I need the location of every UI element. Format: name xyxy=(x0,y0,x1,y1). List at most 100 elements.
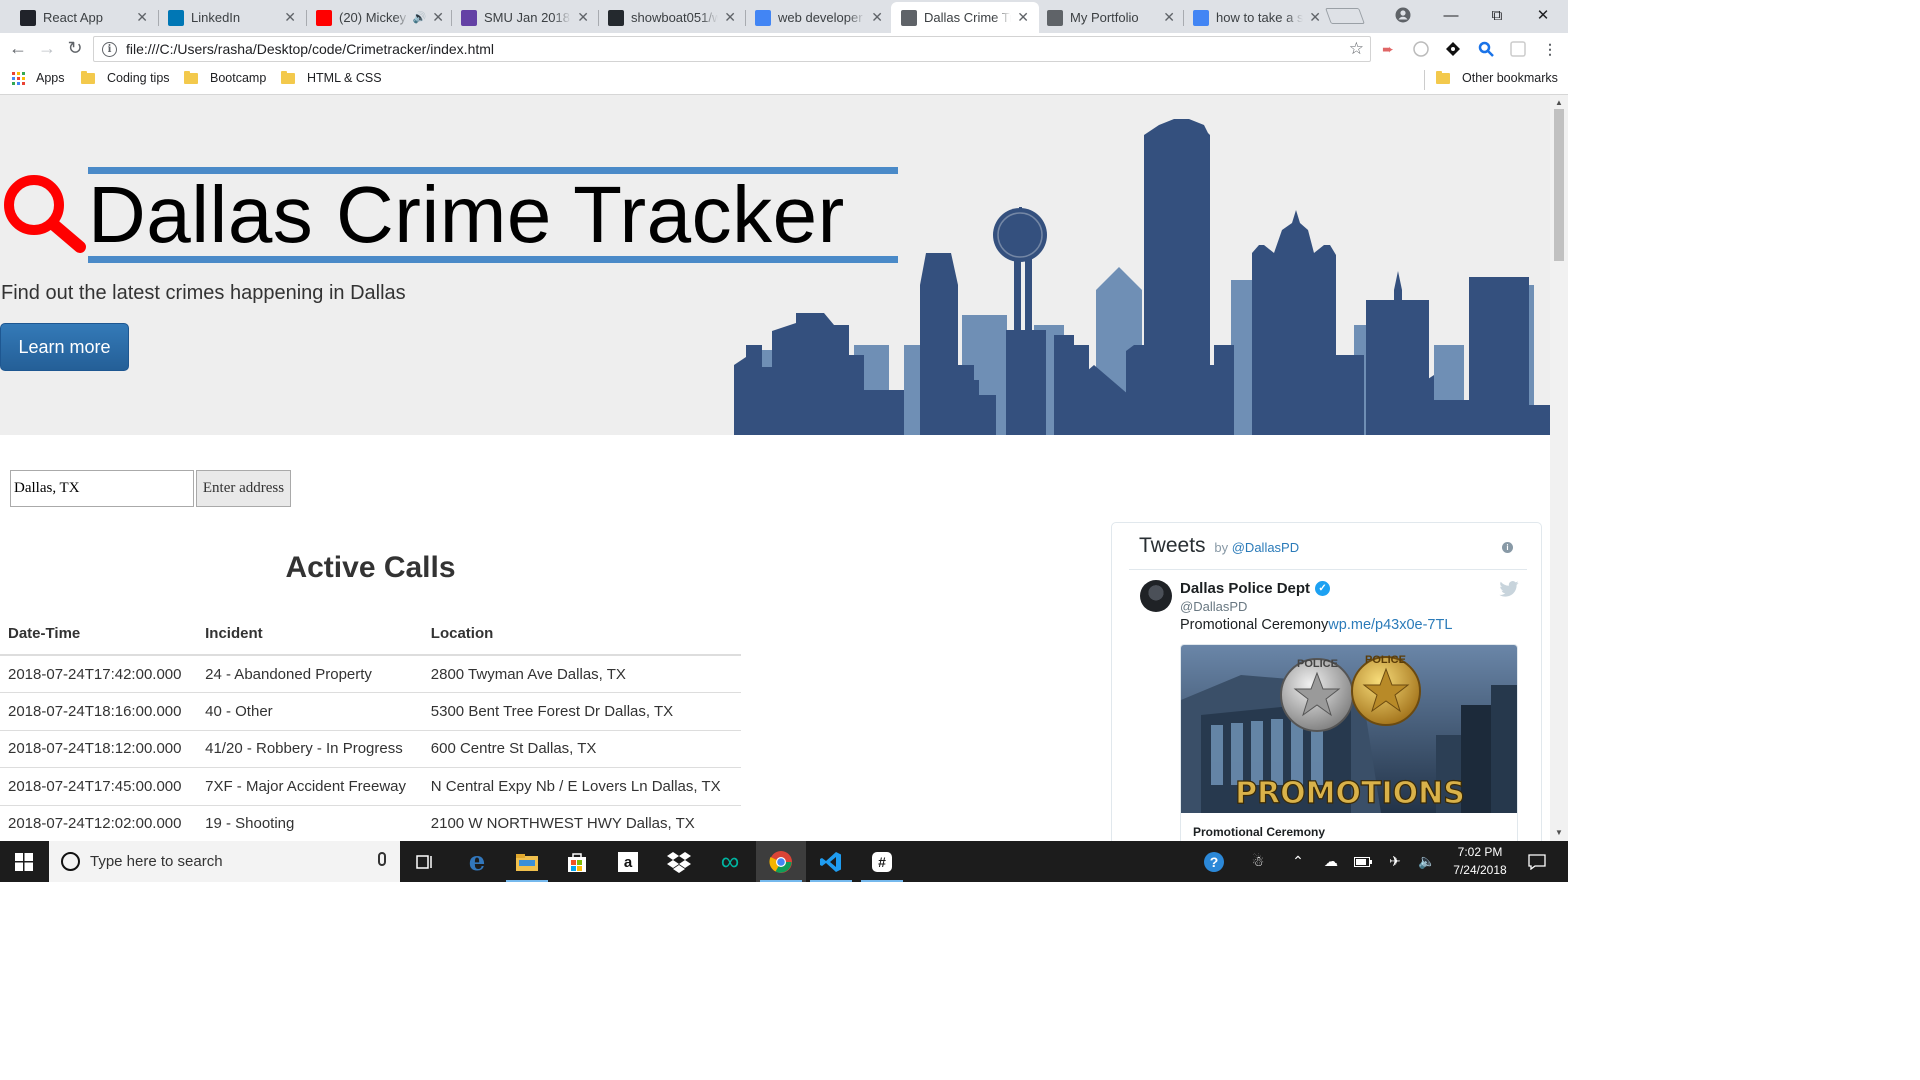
bookmark-bootcamp[interactable]: Bootcamp xyxy=(184,70,266,85)
extension-diamond-icon[interactable] xyxy=(1444,40,1462,58)
bookmark-apps[interactable]: Apps xyxy=(12,71,65,85)
browser-tab[interactable]: showboat051/w ✕ xyxy=(598,2,746,33)
dropbox-icon[interactable] xyxy=(654,841,704,882)
svg-text:a: a xyxy=(624,854,633,871)
info-icon[interactable]: i xyxy=(1502,542,1513,553)
scroll-down-icon[interactable]: ▼ xyxy=(1555,828,1563,837)
column-header: Location xyxy=(422,613,741,656)
tweet-link[interactable]: wp.me/p43x0e-7TL xyxy=(1328,617,1452,633)
cell-location: 5300 Bent Tree Forest Dr Dallas, TX xyxy=(422,692,741,731)
column-header: Incident xyxy=(197,613,423,656)
cell-datetime: 2018-07-24T18:12:00.000 xyxy=(0,730,198,768)
system-clock[interactable]: 7:02 PM 7/24/2018 xyxy=(1440,843,1520,879)
reload-icon[interactable]: ↻ xyxy=(63,36,87,60)
extension-search-icon[interactable] xyxy=(1477,40,1495,58)
close-window-icon[interactable]: ✕ xyxy=(1520,0,1566,30)
tab-title: LinkedIn xyxy=(191,10,241,25)
close-tab-icon[interactable]: ✕ xyxy=(871,9,883,26)
cell-datetime: 2018-07-24T17:45:00.000 xyxy=(0,767,198,806)
folder-icon xyxy=(81,70,95,84)
back-icon[interactable]: ← xyxy=(6,36,30,60)
close-tab-icon[interactable]: ✕ xyxy=(1309,9,1321,26)
microphone-icon[interactable] xyxy=(378,852,386,866)
amazon-icon[interactable]: a xyxy=(603,841,653,882)
minimize-icon[interactable]: — xyxy=(1428,0,1474,30)
extension-square-icon[interactable] xyxy=(1509,40,1527,58)
extension-arrow-icon[interactable]: ➨ xyxy=(1379,40,1397,58)
windows-start-icon[interactable] xyxy=(0,841,48,882)
profile-icon[interactable] xyxy=(1380,0,1426,30)
scroll-up-icon[interactable]: ▲ xyxy=(1555,98,1563,107)
browser-tab[interactable]: My Portfolio ✕ xyxy=(1037,2,1185,33)
close-tab-icon[interactable]: ✕ xyxy=(432,9,444,26)
page-scrollbar[interactable]: ▲ ▼ xyxy=(1550,95,1568,841)
people-icon[interactable]: ☃ xyxy=(1244,841,1272,882)
tab-title: how to take a s xyxy=(1216,10,1304,25)
table-row: 2018-07-24T18:16:00.000 40 - Other 5300 … xyxy=(0,692,741,731)
badge-label-left: POLICE xyxy=(1297,658,1338,670)
volume-icon[interactable]: 🔈 xyxy=(1414,841,1440,882)
by-label: by xyxy=(1214,540,1229,555)
new-tab-button[interactable] xyxy=(1325,8,1365,24)
task-view-icon[interactable] xyxy=(400,841,450,882)
store-icon[interactable] xyxy=(552,841,602,882)
close-tab-icon[interactable]: ✕ xyxy=(577,9,589,26)
vscode-icon[interactable] xyxy=(806,841,856,882)
extension-circle-icon[interactable] xyxy=(1412,40,1430,58)
bookmarks-divider xyxy=(1424,70,1425,90)
slack-icon[interactable]: # xyxy=(857,841,907,882)
menu-kebab-icon[interactable]: ⋮ xyxy=(1541,40,1559,58)
action-center-icon[interactable] xyxy=(1522,841,1552,882)
airplane-mode-icon[interactable]: ✈ xyxy=(1382,841,1408,882)
table-row: 2018-07-24T17:45:00.000 7XF - Major Acci… xyxy=(0,767,741,806)
enter-address-button[interactable]: Enter address xyxy=(196,470,291,507)
avatar[interactable] xyxy=(1140,580,1172,612)
address-input[interactable] xyxy=(10,470,194,507)
twitter-bird-icon[interactable] xyxy=(1499,581,1519,597)
browser-tab[interactable]: how to take a s ✕ xyxy=(1183,2,1331,33)
forward-icon[interactable]: → xyxy=(35,36,59,60)
browser-tab[interactable]: SMU Jan 2018 F ✕ xyxy=(451,2,599,33)
tweets-by-handle-link[interactable]: @DallasPD xyxy=(1232,540,1299,555)
battery-icon[interactable] xyxy=(1350,841,1376,882)
chrome-icon[interactable] xyxy=(756,841,806,882)
file-explorer-icon[interactable] xyxy=(502,841,552,882)
other-bookmarks[interactable]: Other bookmarks xyxy=(1436,70,1558,85)
svg-text:?: ? xyxy=(1210,854,1219,870)
address-bar[interactable]: i file:///C:/Users/rasha/Desktop/code/Cr… xyxy=(93,36,1371,62)
tweet-media-card[interactable]: POLICE POLICE PROMOTIONS Promotional Cer… xyxy=(1180,644,1518,841)
tab-title: React App xyxy=(43,10,103,25)
browser-tab[interactable]: LinkedIn ✕ xyxy=(158,2,306,33)
close-tab-icon[interactable]: ✕ xyxy=(284,9,296,26)
arduino-icon[interactable]: ∞ xyxy=(705,841,755,882)
page-viewport: Dallas Crime Tracker Find out the latest… xyxy=(0,95,1550,841)
help-icon[interactable]: ? xyxy=(1200,841,1228,882)
bookmark-coding-tips[interactable]: Coding tips xyxy=(81,70,170,85)
bookmark-html-css[interactable]: HTML & CSS xyxy=(281,70,382,85)
learn-more-button[interactable]: Learn more xyxy=(0,323,129,371)
browser-tab[interactable]: React App ✕ xyxy=(10,2,158,33)
close-tab-icon[interactable]: ✕ xyxy=(1163,9,1175,26)
scroll-thumb[interactable] xyxy=(1554,109,1564,261)
twitter-timeline-widget[interactable]: Tweets by @DallasPD i Dallas Police Dept… xyxy=(1111,522,1542,841)
restore-icon[interactable]: ⧉ xyxy=(1474,0,1520,30)
chevron-up-icon[interactable]: ⌃ xyxy=(1286,841,1310,882)
tweet-author[interactable]: Dallas Police Dept ✓ xyxy=(1180,580,1331,597)
speaker-icon[interactable]: 🔊 xyxy=(413,11,427,24)
close-tab-icon[interactable]: ✕ xyxy=(724,9,736,26)
google-icon xyxy=(1193,9,1209,26)
browser-tab[interactable]: web developer ✕ xyxy=(745,2,893,33)
author-handle[interactable]: @DallasPD xyxy=(1180,599,1247,614)
browser-tab[interactable]: Dallas Crime Tra ✕ xyxy=(891,2,1039,33)
taskbar-search-box[interactable]: Type here to search xyxy=(49,841,400,882)
tab-title: My Portfolio xyxy=(1070,10,1139,25)
bookmark-label: HTML & CSS xyxy=(307,71,382,85)
browser-tab[interactable]: (20) Mickey 🔊 ✕ xyxy=(306,2,454,33)
onedrive-icon[interactable]: ☁ xyxy=(1318,841,1344,882)
info-icon[interactable]: i xyxy=(102,41,117,57)
card-image-caption: PROMOTIONS xyxy=(1235,776,1465,811)
close-tab-icon[interactable]: ✕ xyxy=(1017,9,1029,26)
edge-icon[interactable]: e xyxy=(452,841,502,882)
bookmark-star-icon[interactable]: ☆ xyxy=(1349,39,1364,59)
close-tab-icon[interactable]: ✕ xyxy=(136,9,148,26)
